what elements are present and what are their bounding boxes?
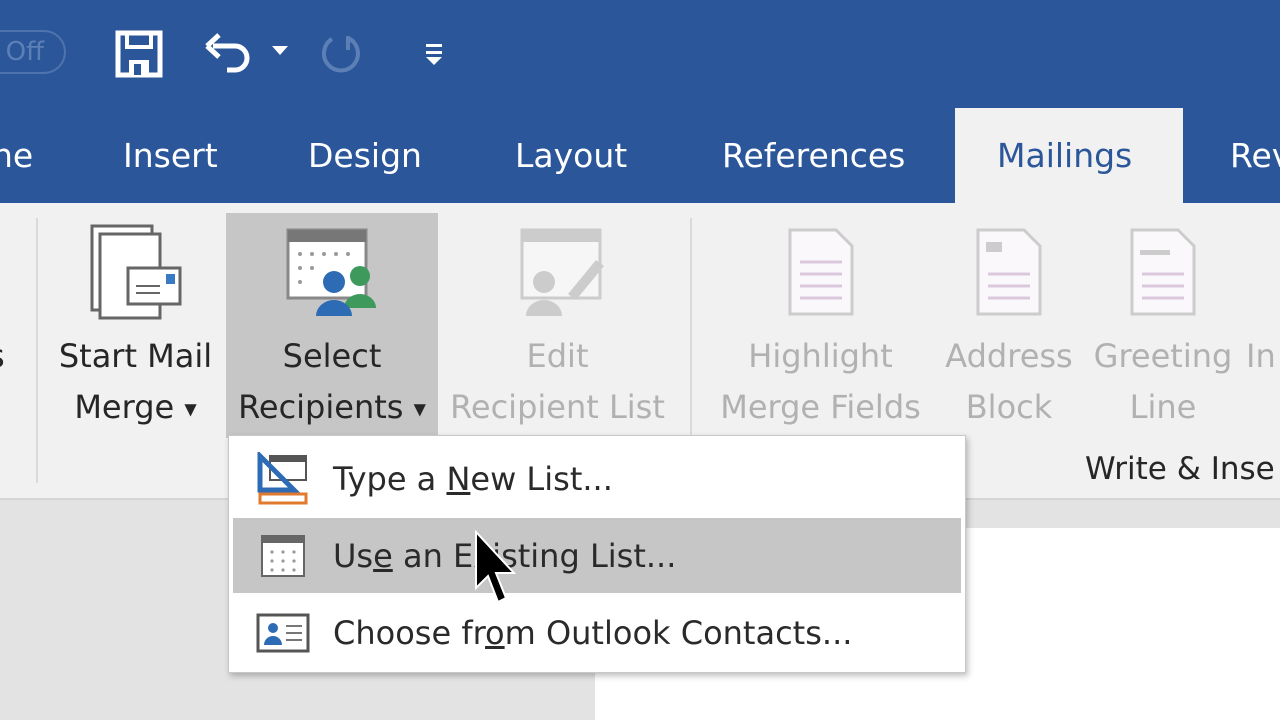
button-label-line1: Select: [282, 337, 382, 375]
existing-list-icon: [261, 534, 305, 577]
undo-icon[interactable]: [205, 30, 257, 76]
undo-dropdown-icon[interactable]: [272, 46, 288, 56]
edit-recipient-list-button[interactable]: Edit Recipient List: [445, 213, 670, 438]
save-icon[interactable]: [115, 30, 163, 78]
select-recipients-menu: Type a New List... Use an Existing List.…: [228, 435, 966, 673]
menu-item-type-new-list[interactable]: Type a New List...: [233, 441, 961, 516]
greeting-line-button[interactable]: Greeting Line: [1088, 213, 1238, 438]
menu-item-label: Type a New List...: [333, 459, 613, 498]
group-separator: [690, 218, 692, 448]
select-recipients-button[interactable]: Select Recipients ▼: [226, 213, 438, 438]
button-label-line1: Address: [945, 337, 1073, 375]
title-bar: Off: [0, 0, 1280, 108]
button-label-line1: In: [1246, 337, 1276, 375]
tab-design[interactable]: Design: [308, 108, 422, 204]
greeting-line-icon: [1130, 228, 1196, 316]
address-block-icon: [976, 228, 1042, 316]
cut-off-button-label[interactable]: s: [0, 213, 5, 438]
edit-recipient-list-icon: [520, 228, 604, 316]
document-icon: [788, 228, 853, 316]
tab-references[interactable]: References: [722, 108, 905, 204]
autosave-label: Off: [5, 37, 44, 67]
button-label-line2: Line: [1129, 388, 1197, 426]
new-list-icon: [257, 451, 308, 504]
autosave-toggle[interactable]: Off: [0, 30, 66, 74]
button-label-line1: Highlight: [748, 337, 893, 375]
button-label-line2: Recipients: [238, 388, 404, 426]
select-recipients-icon: [286, 228, 376, 316]
tab-insert[interactable]: Insert: [123, 108, 218, 204]
menu-item-use-existing-list[interactable]: Use an Existing List...: [233, 518, 961, 593]
button-label-line1: Greeting: [1093, 337, 1233, 375]
group-separator: [36, 218, 38, 483]
button-label-line1: Start Mail: [58, 337, 213, 375]
customize-icon[interactable]: [424, 42, 444, 66]
button-label-line1: Edit: [526, 337, 589, 375]
menu-item-outlook-contacts[interactable]: Choose from Outlook Contacts...: [233, 595, 961, 670]
dropdown-arrow-icon: ▼: [184, 399, 197, 419]
ribbon-tabs: ne Insert Design Layout References Maili…: [0, 108, 1280, 204]
insert-merge-field-button[interactable]: In: [1246, 213, 1280, 438]
tab-review[interactable]: Rev: [1230, 108, 1280, 204]
group-label-write-insert: Write & Inse: [1085, 451, 1275, 487]
mail-merge-icon: [90, 224, 181, 320]
button-label-line2: Block: [965, 388, 1053, 426]
button-label-line2: Merge: [74, 388, 175, 426]
button-label-line2: Merge Fields: [720, 388, 921, 426]
tab-mailings[interactable]: Mailings: [955, 108, 1183, 204]
menu-item-label: Choose from Outlook Contacts...: [333, 613, 853, 652]
redo-icon: [321, 36, 360, 73]
mouse-cursor-icon: [475, 530, 517, 604]
address-block-button[interactable]: Address Block: [938, 213, 1080, 438]
highlight-merge-fields-button[interactable]: Highlight Merge Fields: [708, 213, 933, 438]
button-label-line2: Recipient List: [450, 388, 665, 426]
outlook-contacts-icon: [256, 613, 310, 652]
start-mail-merge-button[interactable]: Start Mail Merge ▼: [48, 213, 223, 438]
tab-home[interactable]: ne: [0, 108, 33, 204]
dropdown-arrow-icon: ▼: [413, 399, 426, 419]
tab-layout[interactable]: Layout: [515, 108, 627, 204]
